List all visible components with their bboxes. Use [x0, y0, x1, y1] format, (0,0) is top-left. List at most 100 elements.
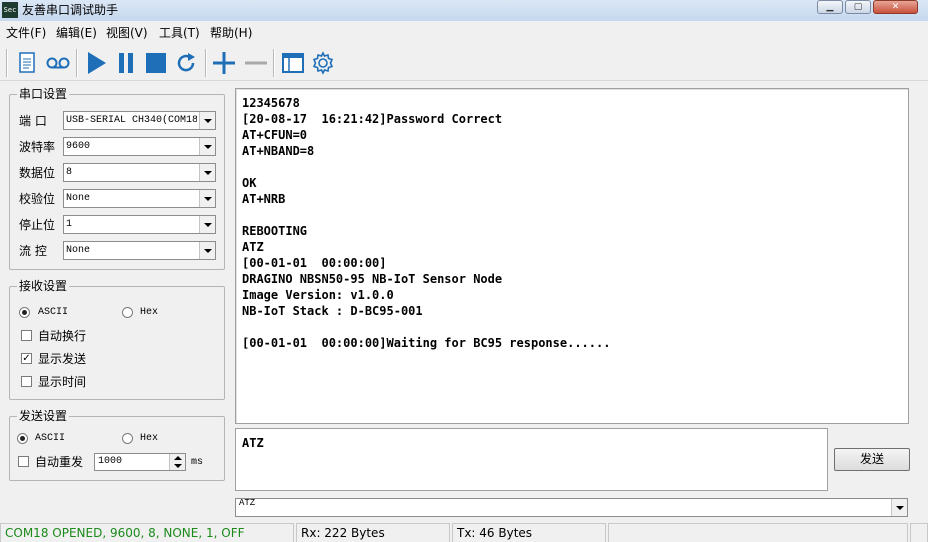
receive-line: [20-08-17 16:21:42]Password Correct — [242, 112, 503, 126]
data-bits-select[interactable]: 8 — [63, 163, 216, 182]
menu-edit[interactable]: 编辑(E) — [56, 26, 97, 40]
receive-text-area[interactable]: 12345678 [20-08-17 16:21:42]Password Cor… — [235, 88, 909, 424]
refresh-icon[interactable] — [172, 48, 200, 78]
flow-label: 流 控 — [19, 244, 47, 258]
receive-hex-radio[interactable] — [122, 307, 133, 318]
flow-select[interactable]: None — [63, 241, 216, 260]
chevron-down-icon[interactable] — [199, 138, 215, 155]
receive-line — [242, 207, 908, 223]
chevron-down-icon[interactable] — [199, 190, 215, 207]
receive-line: REBOOTING — [242, 224, 308, 238]
show-time-checkbox[interactable] — [21, 376, 32, 387]
menu-tools[interactable]: 工具(T) — [159, 26, 200, 40]
window-icon[interactable] — [279, 48, 307, 78]
receive-line — [242, 159, 908, 175]
receive-line: AT+CFUN=0 — [242, 128, 308, 142]
receive-settings-title: 接收设置 — [17, 279, 70, 293]
send-history-select[interactable]: ATZ — [235, 498, 908, 517]
receive-line: OK — [242, 176, 257, 190]
menu-view[interactable]: 视图(V) — [106, 26, 148, 40]
resize-grip[interactable] — [910, 523, 928, 542]
stepper-up-icon[interactable] — [174, 456, 182, 460]
menu-help[interactable]: 帮助(H) — [210, 26, 252, 40]
remove-icon[interactable] — [242, 48, 270, 78]
toolbar-separator — [205, 49, 207, 77]
serial-settings-title: 串口设置 — [17, 87, 70, 101]
add-icon[interactable] — [210, 48, 238, 78]
status-port: COM18 OPENED, 9600, 8, NONE, 1, OFF — [0, 523, 294, 542]
baud-select[interactable]: 9600 — [63, 137, 216, 156]
show-time-label: 显示时间 — [38, 375, 87, 389]
record-icon[interactable] — [44, 48, 72, 78]
minimize-icon[interactable]: ▁ — [817, 0, 843, 14]
send-history-value: ATZ — [239, 498, 256, 508]
parity-value: None — [66, 193, 91, 204]
stepper-down-icon[interactable] — [174, 464, 182, 468]
port-select[interactable]: USB-SERIAL CH340(COM18 — [63, 111, 216, 130]
show-send-label: 显示发送 — [38, 352, 87, 366]
receive-line — [242, 319, 908, 335]
receive-line: 12345678 — [242, 96, 300, 110]
chevron-down-icon[interactable] — [199, 216, 215, 233]
stop-bits-value: 1 — [66, 219, 73, 230]
send-ascii-radio[interactable] — [17, 433, 28, 444]
window-title: 友善串口调试助手 — [22, 3, 119, 17]
send-button[interactable]: 发送 — [834, 448, 910, 471]
app-icon: Sec — [2, 2, 18, 18]
receive-line: DRAGINO NBSN50-95 NB-IoT Sensor Node — [242, 272, 503, 286]
menu-file[interactable]: 文件(F) — [6, 26, 46, 40]
flow-value: None — [66, 245, 91, 256]
receive-line: [00-01-01 00:00:00]Waiting for BC95 resp… — [242, 336, 611, 350]
play-icon[interactable] — [82, 48, 110, 78]
send-settings-group: 发送设置 — [9, 409, 225, 481]
toolbar-separator — [6, 49, 8, 77]
baud-label: 波特率 — [19, 140, 56, 154]
pause-icon[interactable] — [112, 48, 140, 78]
status-extra — [608, 523, 908, 542]
send-hex-label: Hex — [140, 433, 159, 444]
show-send-checkbox[interactable]: ✓ — [21, 353, 32, 364]
baud-value: 9600 — [66, 141, 91, 152]
resend-interval-value: 1000 — [98, 456, 123, 467]
send-ascii-label: ASCII — [35, 433, 66, 444]
interval-unit: ms — [191, 457, 204, 468]
chevron-down-icon[interactable] — [891, 499, 907, 516]
receive-line: Image Version: v1.0.0 — [242, 288, 394, 302]
stepper-buttons[interactable] — [169, 454, 185, 470]
parity-select[interactable]: None — [63, 189, 216, 208]
chevron-down-icon[interactable] — [199, 242, 215, 259]
receive-hex-label: Hex — [140, 307, 159, 318]
parity-label: 校验位 — [19, 192, 56, 206]
toolbar-separator — [273, 49, 275, 77]
resend-interval-stepper[interactable]: 1000 — [94, 453, 186, 471]
auto-newline-checkbox[interactable] — [21, 330, 32, 341]
send-hex-radio[interactable] — [122, 433, 133, 444]
receive-line: [00-01-01 00:00:00] — [242, 256, 387, 270]
auto-resend-checkbox[interactable] — [18, 456, 29, 467]
title-bar: Sec 友善串口调试助手 ▁ ▢ ✕ — [0, 0, 928, 21]
data-bits-value: 8 — [66, 167, 73, 178]
receive-line: ATZ — [242, 240, 264, 254]
chevron-down-icon[interactable] — [199, 164, 215, 181]
port-label: 端 口 — [19, 114, 47, 128]
send-text-input[interactable]: ATZ — [235, 428, 828, 491]
receive-line: NB-IoT Stack : D-BC95-001 — [242, 304, 423, 318]
settings-icon[interactable] — [309, 48, 337, 78]
port-value: USB-SERIAL CH340(COM18 — [66, 115, 197, 126]
stop-bits-select[interactable]: 1 — [63, 215, 216, 234]
receive-line: AT+NBAND=8 — [242, 144, 315, 158]
toolbar — [0, 45, 928, 81]
chevron-down-icon[interactable] — [199, 112, 215, 129]
stop-bits-label: 停止位 — [19, 218, 56, 232]
status-bar: COM18 OPENED, 9600, 8, NONE, 1, OFF Rx: … — [0, 521, 928, 542]
auto-resend-label: 自动重发 — [35, 455, 84, 469]
toolbar-separator — [76, 49, 78, 77]
close-icon[interactable]: ✕ — [873, 0, 918, 14]
send-settings-title: 发送设置 — [17, 409, 70, 423]
data-bits-label: 数据位 — [19, 166, 56, 180]
stop-icon[interactable] — [142, 48, 170, 78]
maximize-icon[interactable]: ▢ — [845, 0, 871, 14]
menu-bar: 文件(F) 编辑(E) 视图(V) 工具(T) 帮助(H) — [0, 22, 928, 44]
document-icon[interactable] — [13, 48, 41, 78]
receive-ascii-radio[interactable] — [19, 307, 30, 318]
